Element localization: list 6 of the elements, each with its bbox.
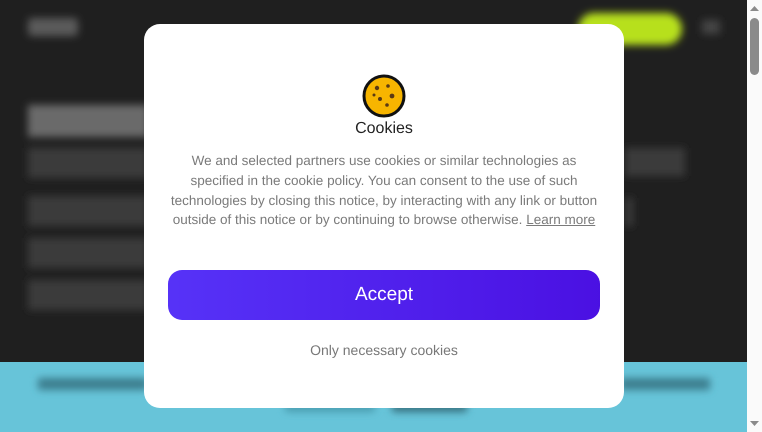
cookie-icon <box>362 74 406 118</box>
accept-button[interactable]: Accept <box>168 270 600 320</box>
cookie-notice-text: We and selected partners use cookies or similar technologies as specified in the cookie policy. You can consent to the use of such technologies by closing this notice, by interacting with any link or button outside of this notice or by continuing to browse otherwise. Learn more <box>170 152 598 230</box>
necessary-cookies-button[interactable]: Only necessary cookies <box>310 342 458 358</box>
learn-more-link[interactable]: Learn more <box>526 212 596 228</box>
dialog-title: Cookies <box>355 119 413 139</box>
